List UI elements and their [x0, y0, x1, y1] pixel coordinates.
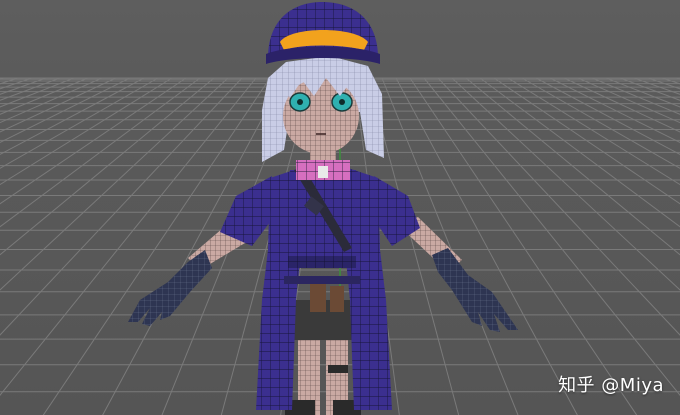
viewport-canvas[interactable] — [0, 0, 680, 415]
right-glove — [432, 248, 518, 332]
hat — [266, 2, 380, 64]
watermark-text: 知乎 @Miya — [558, 375, 664, 396]
3d-viewport[interactable]: 知乎 @Miya — [0, 0, 680, 415]
legs — [285, 330, 361, 415]
